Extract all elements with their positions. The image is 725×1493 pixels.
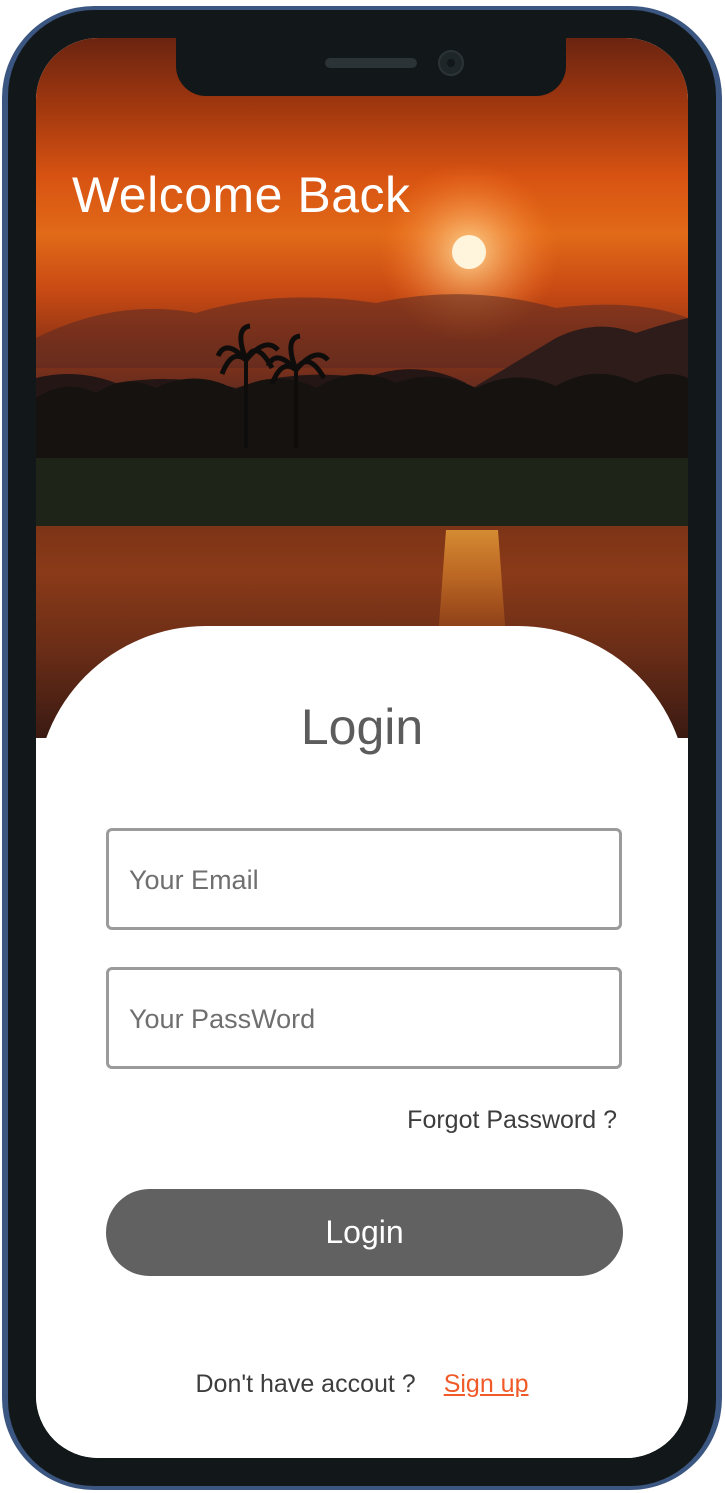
phone-notch	[176, 38, 566, 96]
phone-frame: Welcome Back Login Forgot Password ? Log…	[2, 6, 722, 1490]
signup-row: Don't have accout ? Sign up	[36, 1370, 688, 1399]
login-heading: Login	[300, 699, 424, 755]
sun-reflection	[438, 530, 506, 638]
email-field-container	[106, 828, 622, 930]
app-screen: Welcome Back Login Forgot Password ? Log…	[36, 38, 688, 1458]
signup-link[interactable]: Sign up	[444, 1370, 529, 1398]
no-account-text: Don't have accout ?	[195, 1370, 416, 1398]
login-button[interactable]: Login	[106, 1189, 623, 1276]
forgot-password-link[interactable]: Forgot Password ?	[407, 1106, 617, 1135]
front-camera-icon	[438, 50, 464, 76]
phone-body: Welcome Back Login Forgot Password ? Log…	[8, 10, 716, 1486]
river-bank	[36, 458, 688, 526]
login-card: Login Forgot Password ? Login Don't have…	[36, 626, 688, 1458]
email-field[interactable]	[127, 831, 601, 929]
sun	[452, 235, 486, 269]
welcome-title: Welcome Back	[72, 167, 411, 223]
password-field-container	[106, 967, 622, 1069]
password-field[interactable]	[127, 970, 601, 1068]
speaker-grille	[325, 58, 417, 68]
